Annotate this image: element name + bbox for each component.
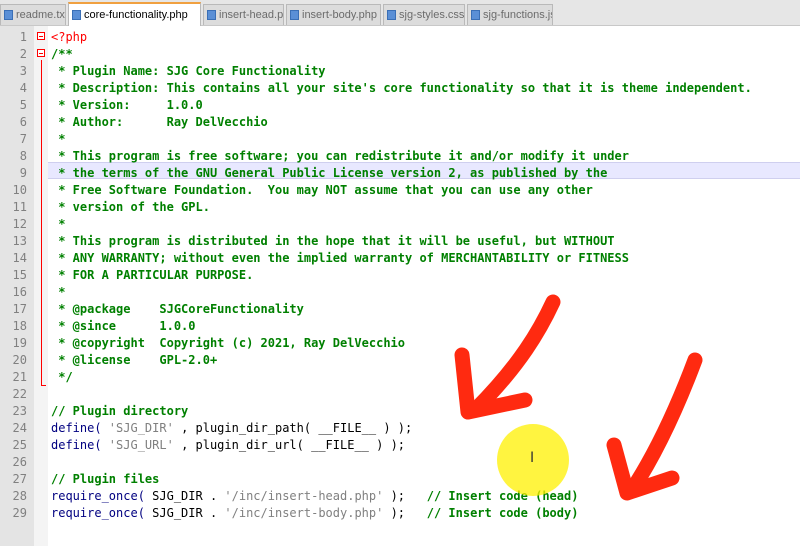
- line-number: 21: [12, 370, 27, 384]
- line-number: 19: [12, 336, 27, 350]
- tab-label: sjg-styles.css: [399, 9, 465, 21]
- code-token-rest: );: [383, 489, 406, 503]
- line-number: 18: [12, 319, 27, 333]
- code-line-27: // Plugin files: [51, 472, 160, 486]
- code-line-11: * version of the GPL.: [51, 200, 210, 214]
- line-number: 22: [12, 387, 27, 401]
- code-token-string: 'SJG_URL': [101, 438, 182, 452]
- tab-insert-body[interactable]: insert-body.php: [286, 4, 381, 25]
- line-number: 20: [12, 353, 27, 367]
- code-token-function: define(: [51, 438, 102, 452]
- line-number: 7: [19, 132, 27, 146]
- code-line-25: define( 'SJG_URL' , plugin_dir_url( __FI…: [51, 437, 405, 454]
- code-token-constant: SJG_DIR .: [144, 489, 225, 503]
- code-line-3: * Plugin Name: SJG Core Functionality: [51, 64, 326, 78]
- file-icon: [4, 10, 13, 20]
- line-number-gutter: 1 2 3 4 5 6 7 8 9 10 11 12 13 14 15 16 1…: [0, 26, 34, 546]
- code-line-2: /**: [51, 47, 73, 61]
- line-number: 27: [12, 472, 27, 486]
- code-line-15: * FOR A PARTICULAR PURPOSE.: [51, 268, 254, 282]
- code-line-9: * the terms of the GNU General Public Li…: [51, 166, 608, 180]
- line-number: 26: [12, 455, 27, 469]
- line-number: 17: [12, 302, 27, 316]
- line-number: 11: [12, 200, 27, 214]
- code-line-21: */: [51, 370, 73, 384]
- line-number: 4: [19, 81, 27, 95]
- tab-insert-head[interactable]: insert-head.php: [203, 4, 284, 25]
- line-number: 14: [12, 251, 27, 265]
- code-token-comment: // Insert code (head): [405, 489, 579, 503]
- code-token-string: 'SJG_DIR': [101, 421, 182, 435]
- code-token-function: define(: [51, 421, 102, 435]
- line-number: 15: [12, 268, 27, 282]
- code-editor[interactable]: 1 2 3 4 5 6 7 8 9 10 11 12 13 14 15 16 1…: [0, 26, 800, 546]
- line-number: 13: [12, 234, 27, 248]
- code-line-14: * ANY WARRANTY; without even the implied…: [51, 251, 629, 265]
- line-number: 29: [12, 506, 27, 520]
- tab-sjg-styles[interactable]: sjg-styles.css: [383, 4, 465, 25]
- code-line-5: * Version: 1.0.0: [51, 98, 203, 112]
- code-line-29: require_once( SJG_DIR . '/inc/insert-bod…: [51, 505, 578, 522]
- tab-label: insert-body.php: [302, 9, 378, 21]
- code-line-8: * This program is free software; you can…: [51, 149, 629, 163]
- code-line-19: * @copyright Copyright (c) 2021, Ray Del…: [51, 336, 406, 350]
- line-number: 8: [19, 149, 27, 163]
- line-number: 3: [19, 64, 27, 78]
- tab-label: core-functionality.php: [84, 9, 188, 21]
- line-number: 12: [12, 217, 27, 231]
- code-token-function: require_once(: [51, 489, 145, 503]
- code-token-rest: );: [383, 506, 406, 520]
- code-line-6: * Author: Ray DelVecchio: [51, 115, 268, 129]
- tab-sjg-functions[interactable]: sjg-functions.js: [467, 4, 553, 25]
- code-line-17: * @package SJGCoreFunctionality: [51, 302, 304, 316]
- code-token-string: '/inc/insert-body.php': [224, 506, 384, 520]
- file-icon: [387, 10, 396, 20]
- code-line-24: define( 'SJG_DIR' , plugin_dir_path( __F…: [51, 420, 412, 437]
- code-token-constant: SJG_DIR .: [144, 506, 225, 520]
- code-token-function: require_once(: [51, 506, 145, 520]
- code-line-12: *: [51, 217, 66, 231]
- file-icon: [72, 10, 81, 20]
- code-line-18: * @since 1.0.0: [51, 319, 196, 333]
- code-line-23: // Plugin directory: [51, 404, 189, 418]
- code-token-string: '/inc/insert-head.php': [224, 489, 384, 503]
- code-line-13: * This program is distributed in the hop…: [51, 234, 615, 248]
- code-line-7: *: [51, 132, 66, 146]
- fold-toggle-icon[interactable]: [37, 49, 45, 57]
- line-number: 28: [12, 489, 27, 503]
- tab-label: sjg-functions.js: [483, 9, 553, 21]
- code-line-20: * @license GPL-2.0+: [51, 353, 218, 367]
- code-line-1: <?php: [51, 30, 88, 44]
- code-token-rest: , plugin_dir_path( __FILE__ ) );: [181, 421, 413, 435]
- tab-readme[interactable]: readme.txt: [0, 4, 66, 25]
- fold-toggle-icon[interactable]: [37, 32, 45, 40]
- tab-label: readme.txt: [16, 9, 66, 21]
- tab-bar: readme.txt core-functionality.php insert…: [0, 0, 800, 26]
- line-number: 24: [12, 421, 27, 435]
- line-number: 16: [12, 285, 27, 299]
- text-cursor-icon: I: [530, 450, 535, 466]
- tab-core-functionality[interactable]: core-functionality.php: [68, 2, 201, 26]
- fold-end-marker: [41, 385, 46, 386]
- code-token-rest: , plugin_dir_url( __FILE__ ) );: [181, 438, 406, 452]
- file-icon: [290, 10, 299, 20]
- line-number: 1: [19, 30, 27, 44]
- line-number: 23: [12, 404, 27, 418]
- line-number: 2: [19, 47, 27, 61]
- line-number: 5: [19, 98, 27, 112]
- line-number: 9: [19, 166, 27, 180]
- code-line-16: *: [51, 285, 66, 299]
- file-icon: [471, 10, 480, 20]
- tab-label: insert-head.php: [219, 9, 284, 21]
- line-number: 6: [19, 115, 27, 129]
- file-icon: [207, 10, 216, 20]
- code-line-4: * Description: This contains all your si…: [51, 81, 752, 95]
- code-token-comment: // Insert code (body): [405, 506, 579, 520]
- fold-line: [41, 60, 42, 386]
- line-number: 25: [12, 438, 27, 452]
- code-line-28: require_once( SJG_DIR . '/inc/insert-hea…: [51, 488, 578, 505]
- line-number: 10: [12, 183, 27, 197]
- code-line-10: * Free Software Foundation. You may NOT …: [51, 183, 593, 197]
